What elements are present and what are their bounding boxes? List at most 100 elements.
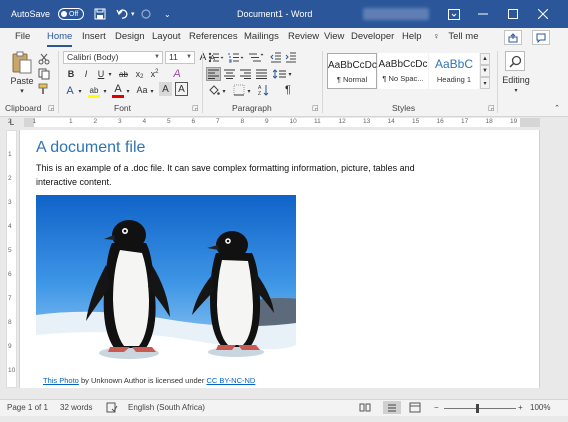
shading-dropdown-icon[interactable]: ▾ <box>220 84 228 98</box>
maximize-icon[interactable] <box>508 0 518 28</box>
font-name-dropdown[interactable]: Calibri (Body) ▼ <box>63 51 163 64</box>
collapse-ribbon-icon[interactable]: ⌃ <box>552 103 562 113</box>
clipboard-launcher-icon[interactable]: ◲ <box>48 104 55 112</box>
close-icon[interactable] <box>538 0 548 28</box>
web-layout-icon[interactable] <box>409 402 421 415</box>
align-right-icon[interactable] <box>238 67 253 81</box>
tab-insert[interactable]: Insert <box>82 28 106 47</box>
share-icon[interactable] <box>504 30 522 45</box>
horizontal-ruler[interactable]: 2 1 1 2 3 4 5 6 7 8 9 10 11 12 13 14 15 16 17 18 19 L <box>0 117 568 128</box>
find-icon[interactable] <box>505 51 525 71</box>
strikethrough-button[interactable]: ab <box>117 68 130 80</box>
line-spacing-dropdown-icon[interactable]: ▾ <box>286 67 294 81</box>
clear-formatting-button[interactable]: A <box>170 67 184 81</box>
shading-icon[interactable] <box>207 83 221 97</box>
zoom-out-button[interactable]: − <box>434 403 439 412</box>
save-icon[interactable] <box>94 0 106 28</box>
document-body-text[interactable]: This is an example of a .doc file. It ca… <box>36 161 456 189</box>
word-count[interactable]: 32 words <box>60 403 92 412</box>
italic-button[interactable]: I <box>80 68 92 80</box>
tell-me-search[interactable]: ♀ Tell me <box>433 28 478 47</box>
character-border-button[interactable]: A <box>175 82 188 96</box>
ribbon-display-icon[interactable] <box>448 0 460 28</box>
tab-mailings[interactable]: Mailings <box>244 28 279 47</box>
line-spacing-icon[interactable] <box>272 67 287 81</box>
editing-dropdown-icon[interactable]: ▾ <box>510 85 522 95</box>
zoom-in-button[interactable]: + <box>518 403 523 412</box>
vertical-scrollbar[interactable] <box>540 130 557 388</box>
text-effects-dropdown-icon[interactable]: ▾ <box>76 84 84 98</box>
multilevel-list-icon[interactable] <box>247 51 265 64</box>
page-count[interactable]: Page 1 of 1 <box>7 403 48 412</box>
license-link[interactable]: CC BY-NC-ND <box>206 376 255 385</box>
language-indicator[interactable]: English (South Africa) <box>128 403 205 412</box>
tab-home[interactable]: Home <box>47 28 73 47</box>
tab-help[interactable]: Help <box>402 28 422 47</box>
change-case-dropdown-icon[interactable]: ▾ <box>148 84 156 98</box>
tab-selector-icon[interactable]: L <box>7 117 17 127</box>
redo-icon[interactable] <box>140 0 152 28</box>
bold-button[interactable]: B <box>65 68 77 80</box>
tab-review[interactable]: Review <box>288 28 319 47</box>
sort-icon[interactable]: AZ <box>257 83 271 97</box>
tab-references[interactable]: References <box>189 28 238 47</box>
borders-dropdown-icon[interactable]: ▾ <box>245 84 253 98</box>
zoom-level[interactable]: 100% <box>530 403 550 412</box>
styles-launcher-icon[interactable]: ◲ <box>488 104 495 112</box>
bullets-icon[interactable] <box>207 51 225 64</box>
comments-icon[interactable] <box>532 30 550 45</box>
paragraph-launcher-icon[interactable]: ◲ <box>312 104 319 112</box>
style-no-spacing[interactable]: AaBbCcDc ¶ No Spac... <box>378 53 428 89</box>
paste-icon[interactable] <box>10 51 34 75</box>
tab-layout[interactable]: Layout <box>152 28 181 47</box>
copy-icon[interactable] <box>37 67 51 81</box>
tab-view[interactable]: View <box>324 28 344 47</box>
align-center-icon[interactable] <box>222 67 237 81</box>
read-mode-icon[interactable] <box>359 402 371 415</box>
change-case-button[interactable]: Aa <box>135 83 149 97</box>
font-launcher-icon[interactable]: ◲ <box>192 104 199 112</box>
styles-scroll-up-icon[interactable]: ▲ <box>480 53 490 65</box>
highlight-dropdown-icon[interactable]: ▾ <box>101 84 109 98</box>
align-left-icon[interactable] <box>206 67 221 81</box>
document-heading[interactable]: A document file <box>36 139 145 157</box>
styles-scroll-down-icon[interactable]: ▼ <box>480 65 490 77</box>
show-formatting-marks-button[interactable]: ¶ <box>281 83 295 97</box>
minimize-icon[interactable] <box>478 0 488 28</box>
autosave-toggle[interactable]: Off <box>58 0 84 28</box>
borders-icon[interactable] <box>232 83 246 97</box>
font-size-dropdown[interactable]: 11 ▼ <box>165 51 195 64</box>
document-page[interactable]: A document file This is an example of a … <box>19 130 540 388</box>
text-effects-button[interactable]: A <box>64 84 76 98</box>
user-account[interactable] <box>363 0 429 28</box>
decrease-indent-icon[interactable] <box>269 51 283 64</box>
undo-icon[interactable] <box>116 0 130 28</box>
justify-icon[interactable] <box>254 67 269 81</box>
proofing-icon[interactable] <box>106 402 118 415</box>
cut-icon[interactable] <box>37 52 51 66</box>
style-heading-1[interactable]: AaBbC Heading 1 <box>429 53 479 89</box>
zoom-slider[interactable] <box>444 408 516 409</box>
tab-developer[interactable]: Developer <box>351 28 394 47</box>
penguins-photo[interactable] <box>36 195 296 372</box>
undo-dropdown-icon[interactable]: ▾ <box>131 0 135 28</box>
font-color-button[interactable]: A <box>112 82 124 96</box>
tab-file[interactable]: File <box>15 28 30 47</box>
increase-indent-icon[interactable] <box>284 51 298 64</box>
superscript-button[interactable]: x2 <box>148 68 161 80</box>
zoom-slider-thumb[interactable] <box>476 404 479 413</box>
tab-design[interactable]: Design <box>115 28 145 47</box>
format-painter-icon[interactable] <box>37 82 51 96</box>
customize-qat-icon[interactable]: ⌄ <box>164 0 171 28</box>
styles-more-icon[interactable]: ▾ <box>480 77 490 89</box>
vertical-ruler[interactable]: 1 2 3 4 5 6 7 8 9 10 <box>6 130 17 388</box>
font-color-dropdown-icon[interactable]: ▾ <box>124 84 132 98</box>
paste-dropdown-icon[interactable]: ▾ <box>16 86 28 96</box>
underline-dropdown-icon[interactable]: ▾ <box>106 68 114 80</box>
style-normal[interactable]: AaBbCcDc ¶ Normal <box>327 53 377 89</box>
character-shading-button[interactable]: A <box>159 82 172 96</box>
print-layout-icon[interactable] <box>383 401 401 414</box>
photo-link[interactable]: This Photo <box>43 376 79 385</box>
subscript-button[interactable]: x2 <box>133 68 146 80</box>
numbering-icon[interactable] <box>227 51 245 64</box>
